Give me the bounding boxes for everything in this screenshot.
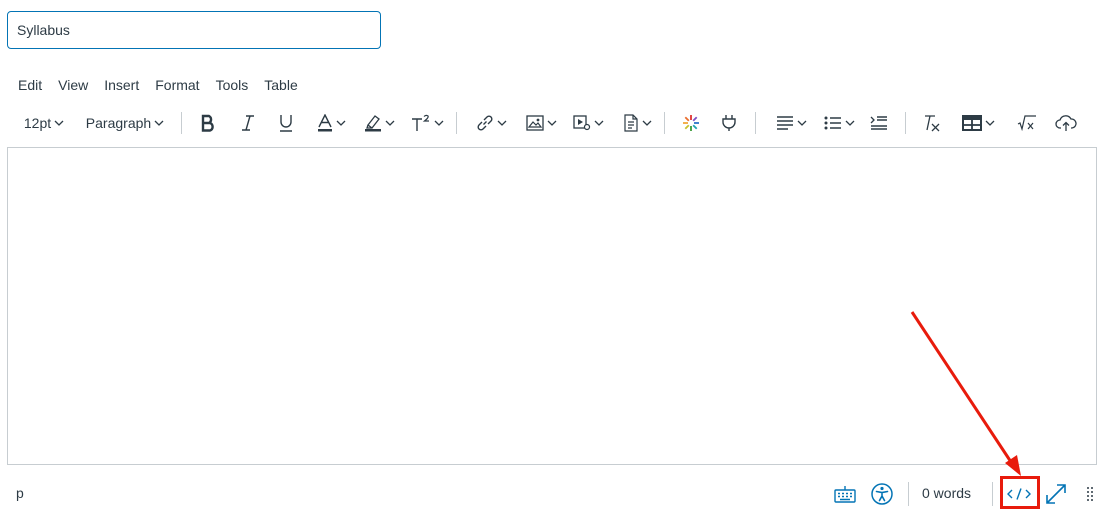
annotation-arrow [910,311,1021,476]
